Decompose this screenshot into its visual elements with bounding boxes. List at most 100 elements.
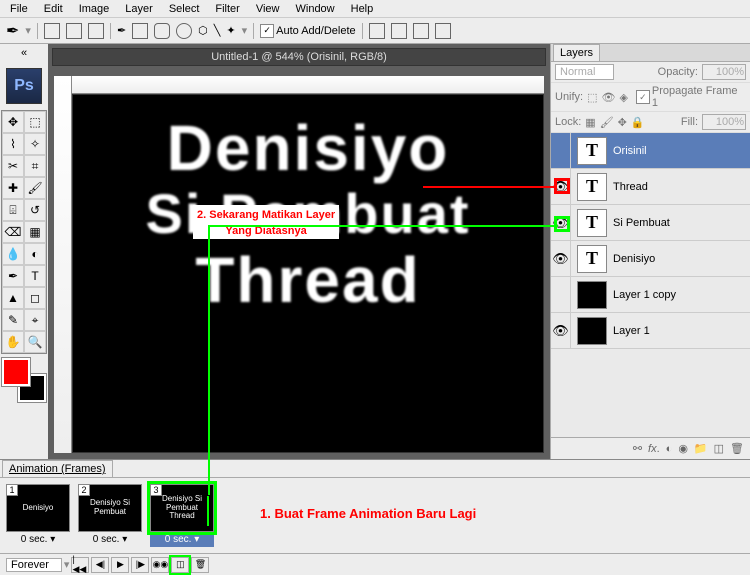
first-frame-button[interactable]: |◀◀ <box>71 557 89 573</box>
history-brush-tool[interactable]: ↺ <box>24 199 46 221</box>
rounded-rect-icon[interactable] <box>154 23 170 39</box>
layer-visibility-icon[interactable] <box>551 277 571 313</box>
layer-group-icon[interactable]: 📁 <box>694 442 708 455</box>
eraser-tool[interactable]: ⌫ <box>2 221 24 243</box>
opacity-input[interactable]: 100% <box>702 64 746 80</box>
menu-image[interactable]: Image <box>71 1 118 17</box>
menu-file[interactable]: File <box>2 1 36 17</box>
shape-tool[interactable]: ◻ <box>24 287 46 309</box>
frame-delay[interactable]: 0 sec. ▾ <box>78 532 142 547</box>
color-swatches[interactable] <box>2 358 46 402</box>
eyedropper-tool[interactable]: ⌖ <box>24 309 46 331</box>
marquee-tool[interactable]: ⬚ <box>24 111 46 133</box>
brush-tool[interactable]: 🖌 <box>24 177 46 199</box>
ellipse-icon[interactable] <box>176 23 192 39</box>
layer-thumbnail[interactable]: T <box>577 245 607 273</box>
foreground-color[interactable] <box>2 358 30 386</box>
polygon-icon[interactable]: ⬡ <box>198 24 208 37</box>
lock-image-icon[interactable]: 🖌 <box>600 116 614 129</box>
layer-thumbnail[interactable]: T <box>577 173 607 201</box>
new-frame-button[interactable]: ◫ <box>171 557 189 573</box>
dodge-tool[interactable]: ◐ <box>24 243 46 265</box>
menu-filter[interactable]: Filter <box>207 1 247 17</box>
fill-input[interactable]: 100% <box>702 114 746 130</box>
gradient-tool[interactable]: ▦ <box>24 221 46 243</box>
type-tool[interactable]: T <box>24 265 46 287</box>
slice-tool[interactable]: ⌗ <box>24 155 46 177</box>
blend-mode-select[interactable]: Normal <box>555 64 614 80</box>
menu-edit[interactable]: Edit <box>36 1 71 17</box>
notes-tool[interactable]: ✎ <box>2 309 24 331</box>
blur-tool[interactable]: 💧 <box>2 243 24 265</box>
combine-exclude-icon[interactable] <box>435 23 451 39</box>
animation-frame[interactable]: 3Denisiyo Si Pembuat Thread0 sec. ▾ <box>150 484 214 547</box>
layer-row[interactable]: Layer 1 copy <box>551 277 750 313</box>
unify-style-icon[interactable]: ◈ <box>620 91 628 104</box>
unify-visibility-icon[interactable]: 👁 <box>602 91 616 104</box>
menu-window[interactable]: Window <box>288 1 343 17</box>
custom-shape-icon[interactable]: ✦ <box>226 24 235 37</box>
layer-thumbnail[interactable] <box>577 281 607 309</box>
layer-thumbnail[interactable]: T <box>577 209 607 237</box>
layer-row[interactable]: 👁TThread <box>551 169 750 205</box>
wand-tool[interactable]: ✧ <box>24 133 46 155</box>
layer-row[interactable]: 👁TDenisiyo <box>551 241 750 277</box>
delete-layer-icon[interactable]: 🗑 <box>730 442 744 455</box>
stamp-tool[interactable]: ⌹ <box>2 199 24 221</box>
pen-icon[interactable]: ✒ <box>117 24 126 37</box>
heal-tool[interactable]: ✚ <box>2 177 24 199</box>
loop-select[interactable]: Forever <box>6 558 62 572</box>
close-arrow-icon[interactable]: « <box>21 47 27 59</box>
pen-tool[interactable]: ✒ <box>2 265 24 287</box>
animation-tab[interactable]: Animation (Frames) <box>2 460 113 477</box>
lasso-tool[interactable]: ⌇ <box>2 133 24 155</box>
link-layers-icon[interactable]: ⚯ <box>633 442 642 455</box>
animation-frame[interactable]: 1Denisiyo0 sec. ▾ <box>6 484 70 547</box>
shape-layers-icon[interactable] <box>44 23 60 39</box>
canvas[interactable]: Denisiyo Si Pembuat Thread 2. Sekarang M… <box>72 94 544 453</box>
lock-position-icon[interactable]: ✥ <box>618 116 627 129</box>
layer-thumbnail[interactable]: T <box>577 137 607 165</box>
frame-delay[interactable]: 0 sec. ▾ <box>150 532 214 547</box>
combine-intersect-icon[interactable] <box>413 23 429 39</box>
layer-visibility-icon[interactable]: 👁 <box>551 241 571 277</box>
zoom-tool[interactable]: 🔍 <box>24 331 46 353</box>
layer-thumbnail[interactable] <box>577 317 607 345</box>
combine-add-icon[interactable] <box>369 23 385 39</box>
adjustment-layer-icon[interactable]: ◉ <box>678 442 688 455</box>
layer-mask-icon[interactable]: ◐ <box>666 443 673 455</box>
fill-pixels-icon[interactable] <box>88 23 104 39</box>
new-layer-icon[interactable]: ◫ <box>714 442 724 455</box>
rect-icon[interactable] <box>132 23 148 39</box>
delete-frame-button[interactable]: 🗑 <box>191 557 209 573</box>
layers-tab[interactable]: Layers <box>553 44 600 61</box>
tween-button[interactable]: ◉◉ <box>151 557 169 573</box>
layer-row[interactable]: 👁TSi Pembuat <box>551 205 750 241</box>
menu-layer[interactable]: Layer <box>117 1 161 17</box>
paths-icon[interactable] <box>66 23 82 39</box>
menu-select[interactable]: Select <box>161 1 208 17</box>
layer-row[interactable]: TOrisinil <box>551 133 750 169</box>
animation-frame[interactable]: 2Denisiyo Si Pembuat0 sec. ▾ <box>78 484 142 547</box>
play-button[interactable]: ▶ <box>111 557 129 573</box>
pen-tool-icon[interactable]: ✒ <box>6 21 19 41</box>
line-icon[interactable]: ╲ <box>214 24 221 37</box>
layer-fx-icon[interactable]: fx. <box>648 443 660 455</box>
unify-position-icon[interactable]: ⬚ <box>587 91 597 104</box>
propagate-frame-checkbox[interactable]: Propagate Frame 1 <box>636 85 746 109</box>
path-select-tool[interactable]: ▲ <box>2 287 24 309</box>
layer-visibility-icon[interactable]: 👁 <box>551 313 571 349</box>
next-frame-button[interactable]: |▶ <box>131 557 149 573</box>
menu-help[interactable]: Help <box>343 1 382 17</box>
layer-visibility-icon[interactable] <box>551 133 571 169</box>
hand-tool[interactable]: ✋ <box>2 331 24 353</box>
crop-tool[interactable]: ✂ <box>2 155 24 177</box>
prev-frame-button[interactable]: ◀| <box>91 557 109 573</box>
layer-row[interactable]: 👁Layer 1 <box>551 313 750 349</box>
frame-delay[interactable]: 0 sec. ▾ <box>6 532 70 547</box>
lock-all-icon[interactable]: 🔒 <box>631 116 645 129</box>
move-tool[interactable]: ✥ <box>2 111 24 133</box>
menu-view[interactable]: View <box>248 1 288 17</box>
auto-add-delete-checkbox[interactable]: Auto Add/Delete <box>260 24 356 38</box>
lock-transparent-icon[interactable]: ▦ <box>585 116 595 129</box>
